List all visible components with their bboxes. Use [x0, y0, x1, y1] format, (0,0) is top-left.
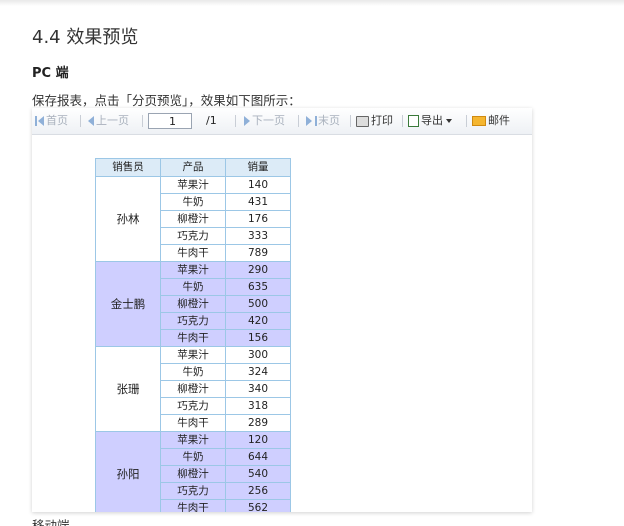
product-cell: 牛肉干 — [160, 414, 226, 432]
last-page-label: 末页 — [318, 114, 340, 127]
toolbar-divider — [235, 115, 236, 127]
salesperson-cell: 孙阳 — [95, 431, 161, 512]
quantity-cell: 644 — [225, 448, 291, 466]
product-cell: 柳橙汁 — [160, 295, 226, 313]
table-row: 金士鹏 苹果汁 290 — [95, 261, 291, 347]
product-cell: 苹果汁 — [160, 346, 226, 364]
table-row: 孙阳 苹果汁 120 — [95, 431, 291, 512]
product-cell: 牛肉干 — [160, 329, 226, 347]
salesperson-cell: 孙林 — [95, 176, 161, 262]
export-icon — [408, 115, 419, 127]
sales-report-table: 销售员 产品 销量 孙林 苹果汁 140 牛奶 431 柳橙汁 176 巧克力 … — [95, 158, 291, 512]
mail-label: 邮件 — [488, 114, 510, 127]
printer-icon — [356, 115, 369, 127]
print-label: 打印 — [371, 114, 393, 127]
export-button[interactable]: 导出 — [408, 114, 452, 128]
next-page-label: 下一页 — [252, 114, 285, 127]
first-page-button[interactable]: 首页 — [34, 114, 68, 128]
quantity-cell: 333 — [225, 227, 291, 245]
mail-icon — [472, 116, 486, 126]
quantity-cell: 562 — [225, 499, 291, 512]
next-page-icon — [244, 116, 250, 126]
product-cell: 苹果汁 — [160, 176, 226, 194]
page-total: /1 — [206, 114, 217, 127]
product-cell: 牛肉干 — [160, 499, 226, 512]
quantity-cell: 500 — [225, 295, 291, 313]
first-page-label: 首页 — [46, 114, 68, 127]
table-row: 张珊 苹果汁 300 — [95, 346, 291, 432]
header-product: 产品 — [160, 158, 226, 177]
toolbar-divider — [142, 115, 143, 127]
salesperson-cell: 金士鹏 — [95, 261, 161, 347]
quantity-cell: 318 — [225, 397, 291, 415]
toolbar-divider — [350, 115, 351, 127]
product-cell: 巧克力 — [160, 482, 226, 500]
next-section-heading: 移动端 — [32, 518, 70, 526]
report-preview: 首页 上一页 /1 下一页 末页 打印 导出 邮件 销售 — [32, 108, 532, 512]
toolbar-divider — [298, 115, 299, 127]
header-salesperson: 销售员 — [95, 158, 161, 177]
next-page-button[interactable]: 下一页 — [244, 114, 285, 128]
last-page-arrow-icon — [306, 116, 312, 126]
page-number-input[interactable] — [148, 113, 192, 129]
table-row: 孙林 苹果汁 140 — [95, 176, 291, 262]
product-cell: 牛奶 — [160, 193, 226, 211]
preview-toolbar: 首页 上一页 /1 下一页 末页 打印 导出 邮件 — [32, 108, 532, 135]
quantity-cell: 156 — [225, 329, 291, 347]
quantity-cell: 789 — [225, 244, 291, 262]
prev-page-icon — [88, 116, 94, 126]
product-cell: 巧克力 — [160, 312, 226, 330]
quantity-cell: 431 — [225, 193, 291, 211]
quantity-cell: 256 — [225, 482, 291, 500]
quantity-cell: 540 — [225, 465, 291, 483]
quantity-cell: 289 — [225, 414, 291, 432]
product-cell: 巧克力 — [160, 397, 226, 415]
quantity-cell: 176 — [225, 210, 291, 228]
last-page-button[interactable]: 末页 — [306, 114, 340, 128]
quantity-cell: 120 — [225, 431, 291, 449]
product-cell: 牛肉干 — [160, 244, 226, 262]
subsection-heading: PC 端 — [32, 66, 69, 81]
toolbar-divider — [402, 115, 403, 127]
product-cell: 巧克力 — [160, 227, 226, 245]
quantity-cell: 140 — [225, 176, 291, 194]
product-cell: 苹果汁 — [160, 431, 226, 449]
toolbar-divider — [80, 115, 81, 127]
product-cell: 柳橙汁 — [160, 380, 226, 398]
mail-button[interactable]: 邮件 — [472, 114, 510, 128]
product-cell: 柳橙汁 — [160, 465, 226, 483]
toolbar-divider — [466, 115, 467, 127]
prev-page-label: 上一页 — [96, 114, 129, 127]
first-page-icon — [35, 116, 37, 126]
description-text: 保存报表，点击「分页预览」，效果如下图所示： — [32, 93, 301, 108]
product-cell: 柳橙汁 — [160, 210, 226, 228]
first-page-arrow-icon — [38, 116, 44, 126]
print-button[interactable]: 打印 — [356, 114, 393, 128]
salesperson-cell: 张珊 — [95, 346, 161, 432]
export-label: 导出 — [421, 114, 443, 127]
prev-page-button[interactable]: 上一页 — [88, 114, 129, 128]
product-cell: 牛奶 — [160, 363, 226, 381]
last-page-icon — [315, 116, 317, 126]
chevron-down-icon — [446, 119, 452, 123]
quantity-cell: 420 — [225, 312, 291, 330]
product-cell: 牛奶 — [160, 278, 226, 296]
quantity-cell: 290 — [225, 261, 291, 279]
table-header-row: 销售员 产品 销量 — [95, 158, 291, 177]
product-cell: 牛奶 — [160, 448, 226, 466]
quantity-cell: 300 — [225, 346, 291, 364]
product-cell: 苹果汁 — [160, 261, 226, 279]
top-shadow — [0, 0, 624, 6]
quantity-cell: 635 — [225, 278, 291, 296]
quantity-cell: 324 — [225, 363, 291, 381]
header-quantity: 销量 — [225, 158, 291, 177]
section-heading: 4.4 效果预览 — [32, 27, 139, 48]
quantity-cell: 340 — [225, 380, 291, 398]
